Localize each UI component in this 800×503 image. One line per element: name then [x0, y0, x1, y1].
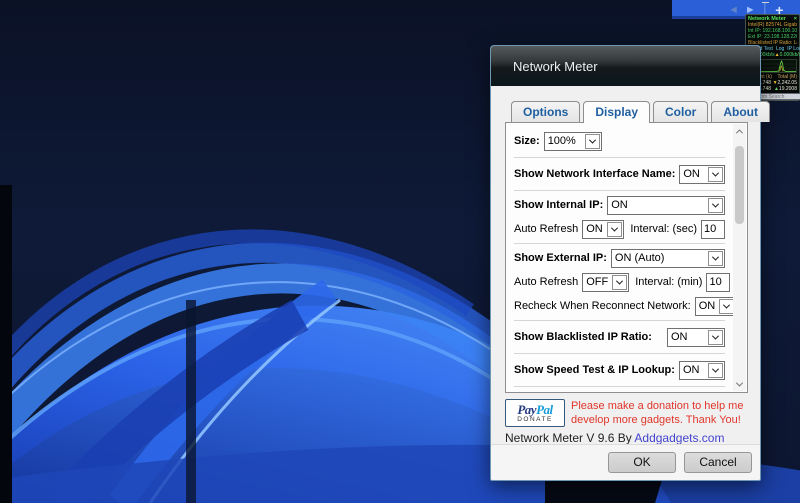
network-meter-settings-dialog: Network Meter Options Display Color Abou… [490, 45, 761, 481]
widget-up-total: 19.2008 [779, 86, 797, 92]
external-interval-input[interactable] [706, 273, 730, 292]
size-select[interactable]: 100% [544, 132, 602, 151]
tab-about[interactable]: About [711, 101, 770, 122]
speedtest-select[interactable]: ON [679, 361, 725, 380]
external-ip-row: Show External IP: ON (Auto) [514, 246, 725, 270]
chevron-down-icon [585, 134, 600, 149]
chevron-down-icon [708, 198, 723, 213]
donate-label: DONATE [517, 416, 553, 423]
chevron-down-icon [708, 363, 723, 378]
external-ip-select[interactable]: ON (Auto) [611, 249, 725, 268]
blacklisted-row: Show Blacklisted IP Ratio: ON [514, 323, 725, 351]
paypal-logo: PayPal [517, 403, 552, 416]
interface-name-select[interactable]: ON [679, 165, 725, 184]
chevron-down-icon [612, 275, 627, 290]
chevron-down-icon [708, 167, 723, 182]
donation-message: Please make a donation to help me develo… [571, 399, 743, 427]
tab-display[interactable]: Display [583, 101, 650, 123]
size-label: Size: [514, 135, 540, 147]
version-line: Network Meter V 9.6 By Addgadgets.com [505, 431, 760, 445]
interval-sec-label: Interval: (sec) [630, 223, 697, 235]
donation-section: PayPal DONATE Please make a donation to … [505, 399, 760, 427]
widget-up-speed: 0.000kb/s [780, 52, 800, 58]
cancel-button[interactable]: Cancel [684, 452, 752, 473]
speedtest-label: Show Speed Test & IP Lookup: [514, 364, 675, 376]
interface-name-label: Show Network Interface Name: [514, 168, 675, 180]
tab-color[interactable]: Color [653, 101, 708, 122]
chevron-down-icon [607, 222, 622, 237]
internal-ip-row: Show Internal IP: ON [514, 193, 725, 217]
tab-options[interactable]: Options [511, 101, 580, 122]
vertical-scrollbar[interactable] [733, 124, 746, 391]
external-autorefresh-select[interactable]: OFF [582, 273, 629, 292]
divider [514, 190, 725, 191]
divider [514, 320, 725, 321]
divider [514, 157, 725, 158]
blacklisted-label: Show Blacklisted IP Ratio: [514, 331, 652, 343]
internal-ip-label: Show Internal IP: [514, 199, 603, 211]
internal-autorefresh-row: Auto Refresh ON Interval: (sec) [514, 217, 725, 241]
chevron-down-icon [708, 330, 723, 345]
divider [514, 386, 725, 387]
recheck-row: Recheck When Reconnect Network: ON [514, 294, 725, 318]
scrollbar-thumb[interactable] [735, 146, 744, 224]
dialog-footer: OK Cancel [491, 444, 760, 480]
recheck-select[interactable]: ON [695, 297, 737, 316]
dialog-titlebar[interactable]: Network Meter [491, 46, 760, 86]
back-icon[interactable]: ◄ [728, 4, 739, 16]
speedtest-row: Show Speed Test & IP Lookup: ON [514, 356, 725, 384]
autorefresh-label: Auto Refresh [514, 223, 578, 235]
dialog-title: Network Meter [513, 59, 598, 74]
tab-bar: Options Display Color About [511, 101, 760, 122]
divider [514, 353, 725, 354]
chevron-down-icon [719, 299, 734, 314]
scroll-up-icon[interactable] [733, 124, 746, 138]
autorefresh-label: Auto Refresh [514, 276, 578, 288]
recheck-label: Recheck When Reconnect Network: [514, 300, 691, 312]
internal-interval-input[interactable] [701, 220, 725, 239]
ok-button[interactable]: OK [608, 452, 676, 473]
addgadgets-link[interactable]: Addgadgets.com [634, 431, 724, 445]
external-autorefresh-row: Auto Refresh OFF Interval: (min) [514, 270, 725, 294]
desktop: ◄ ► │ + Network Meter × Intel(R) 82574L … [0, 0, 800, 503]
paypal-donate-button[interactable]: PayPal DONATE [505, 399, 565, 427]
divider [514, 243, 725, 244]
size-row: Size: 100% [514, 127, 725, 155]
interface-name-row: Show Network Interface Name: ON [514, 160, 725, 188]
display-options-scrollpane: Size: 100% Show Network Interface Name: … [505, 122, 748, 393]
firewall-row: Show Firewall: ON [514, 389, 725, 393]
interval-min-label: Interval: (min) [635, 276, 702, 288]
scroll-down-icon[interactable] [733, 377, 746, 391]
blacklisted-select[interactable]: ON [667, 328, 725, 347]
internal-autorefresh-select[interactable]: ON [582, 220, 624, 239]
internal-ip-select[interactable]: ON [607, 196, 725, 215]
external-ip-label: Show External IP: [514, 252, 607, 264]
chevron-down-icon [708, 251, 723, 266]
